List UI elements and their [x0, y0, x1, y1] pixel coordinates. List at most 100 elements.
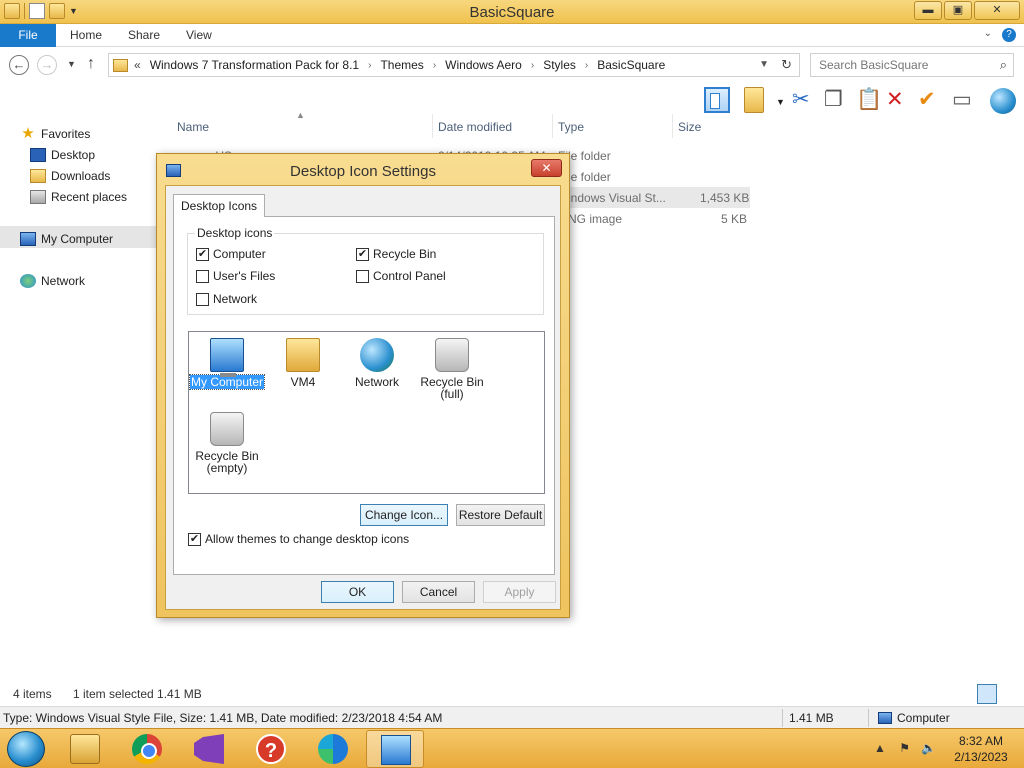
- column-divider[interactable]: [552, 114, 553, 138]
- copy-icon[interactable]: ❐: [824, 88, 843, 112]
- clock-time: 8:32 AM: [958, 734, 1004, 748]
- tab-file[interactable]: File: [0, 24, 56, 47]
- address-bar[interactable]: « Windows 7 Transformation Pack for 8.1 …: [108, 53, 800, 77]
- change-view-icon[interactable]: [744, 87, 764, 113]
- list-item-recycle-bin-empty[interactable]: Recycle Bin (empty): [189, 412, 265, 475]
- desktop-icon-list[interactable]: My Computer VM4 Network Recycle Bin (ful…: [188, 331, 545, 494]
- breadcrumb-item[interactable]: Styles: [543, 58, 576, 72]
- nav-recent-places[interactable]: Recent places: [30, 187, 127, 207]
- network-checkbox[interactable]: Network: [196, 292, 257, 306]
- taskbar-help[interactable]: ?: [242, 730, 300, 768]
- breadcrumb-separator[interactable]: ›: [368, 60, 371, 71]
- address-row: ← → ▼ ↑ « Windows 7 Transformation Pack …: [0, 48, 1024, 82]
- cut-icon[interactable]: ✂: [792, 88, 810, 112]
- ok-button[interactable]: OK: [321, 581, 394, 603]
- column-header-size[interactable]: Size: [678, 120, 701, 134]
- list-item-network[interactable]: Network: [339, 338, 415, 389]
- breadcrumb-item[interactable]: BasicSquare: [597, 58, 665, 72]
- nav-network[interactable]: Network: [20, 271, 85, 291]
- search-placeholder: Search BasicSquare: [819, 58, 929, 72]
- checkbox-box[interactable]: [196, 292, 209, 306]
- search-input[interactable]: Search BasicSquare ⌕: [810, 53, 1014, 77]
- checkbox-box[interactable]: ✔: [196, 247, 209, 261]
- dialog-close-button[interactable]: ✕: [531, 159, 562, 177]
- column-header-name[interactable]: Name: [177, 120, 209, 134]
- show-hidden-icons-chevron-icon[interactable]: ▲: [874, 741, 886, 755]
- recent-locations-chevron-icon[interactable]: ▼: [67, 59, 76, 69]
- help-icon[interactable]: ?: [1002, 28, 1016, 42]
- checkbox-box[interactable]: [196, 269, 209, 283]
- control-panel-checkbox[interactable]: Control Panel: [356, 269, 446, 283]
- nav-downloads[interactable]: Downloads: [30, 166, 110, 186]
- minimize-button[interactable]: ▬: [914, 1, 942, 20]
- column-header-date-modified[interactable]: Date modified: [438, 120, 512, 134]
- tab-home[interactable]: Home: [70, 24, 102, 47]
- nav-my-computer[interactable]: My Computer: [20, 229, 113, 249]
- select-icon[interactable]: ✔: [918, 88, 936, 112]
- tab-view[interactable]: View: [186, 24, 212, 47]
- command-toolbar: ▼ ✂ ❐ 📋 ✕ ✔ ▭: [0, 82, 1024, 118]
- checkbox-box[interactable]: [356, 269, 369, 283]
- breadcrumb-overflow[interactable]: «: [134, 58, 141, 72]
- column-header-type[interactable]: Type: [558, 120, 584, 134]
- column-divider[interactable]: [672, 114, 673, 138]
- taskbar-chrome[interactable]: [118, 730, 176, 768]
- window-controls: ▬ ▣ ✕: [914, 1, 1020, 20]
- breadcrumb-separator[interactable]: ›: [531, 60, 534, 71]
- view-options-chevron-icon[interactable]: ▼: [776, 97, 785, 107]
- computer-checkbox[interactable]: ✔ Computer: [196, 247, 266, 261]
- cancel-button[interactable]: Cancel: [402, 581, 475, 603]
- paste-icon[interactable]: 📋: [856, 88, 882, 112]
- breadcrumb-item[interactable]: Themes: [380, 58, 423, 72]
- forward-button[interactable]: →: [37, 55, 57, 75]
- expand-ribbon-chevron-icon[interactable]: ⌄: [984, 28, 992, 42]
- clock[interactable]: 8:32 AM 2/13/2023: [944, 733, 1018, 765]
- up-button[interactable]: ↑: [87, 55, 95, 73]
- breadcrumb-item[interactable]: Windows Aero: [445, 58, 522, 72]
- users-files-checkbox[interactable]: User's Files: [196, 269, 275, 283]
- start-button[interactable]: [7, 731, 45, 767]
- apply-button[interactable]: Apply: [483, 581, 556, 603]
- change-icon-button[interactable]: Change Icon...: [360, 504, 448, 526]
- back-button[interactable]: ←: [9, 55, 29, 75]
- breadcrumb-separator[interactable]: ›: [585, 60, 588, 71]
- checkbox-box[interactable]: ✔: [188, 532, 201, 546]
- nav-label: Network: [41, 274, 86, 288]
- tab-desktop-icons[interactable]: Desktop Icons: [173, 194, 266, 217]
- list-item-vm4[interactable]: VM4: [265, 338, 341, 389]
- tab-share[interactable]: Share: [128, 24, 160, 47]
- action-center-icon[interactable]: ⚑: [899, 741, 910, 755]
- allow-themes-checkbox[interactable]: ✔ Allow themes to change desktop icons: [188, 532, 409, 546]
- large-icons-view-icon[interactable]: [999, 684, 1019, 704]
- delete-icon[interactable]: ✕: [886, 88, 904, 112]
- taskbar-theme-app[interactable]: [366, 730, 424, 768]
- search-icon[interactable]: ⌕: [1000, 57, 1007, 73]
- restore-default-button[interactable]: Restore Default: [456, 504, 545, 526]
- refresh-icon[interactable]: ↻: [781, 57, 792, 73]
- recycle-bin-checkbox[interactable]: ✔ Recycle Bin: [356, 247, 436, 261]
- maximize-button[interactable]: ▣: [944, 1, 972, 20]
- taskbar-edge[interactable]: [304, 730, 362, 768]
- icon-label-sub: (empty): [206, 461, 248, 475]
- file-size-info: 1.41 MB: [789, 711, 834, 725]
- globe-icon[interactable]: [990, 88, 1016, 114]
- details-view-icon[interactable]: [977, 684, 997, 704]
- checkbox-box[interactable]: ✔: [356, 247, 369, 261]
- nav-favorites[interactable]: ★ Favorites: [20, 124, 90, 144]
- edge-icon: [318, 734, 348, 764]
- volume-icon[interactable]: 🔈: [921, 741, 936, 755]
- ribbon-tabs: File Home Share View ⌄ ?: [0, 24, 1024, 47]
- list-item-recycle-bin-full[interactable]: Recycle Bin (full): [414, 338, 490, 401]
- taskbar-visual-studio[interactable]: [180, 730, 238, 768]
- nav-desktop[interactable]: Desktop: [30, 145, 95, 165]
- rename-icon[interactable]: ▭: [952, 88, 972, 112]
- column-divider[interactable]: [432, 114, 433, 138]
- taskbar-file-explorer[interactable]: [56, 730, 114, 768]
- close-button[interactable]: ✕: [974, 1, 1020, 20]
- list-item-my-computer[interactable]: My Computer: [188, 338, 266, 390]
- computer-icon: [210, 338, 244, 377]
- breadcrumb-separator[interactable]: ›: [433, 60, 436, 71]
- breadcrumb-item[interactable]: Windows 7 Transformation Pack for 8.1: [150, 58, 359, 72]
- preview-pane-icon[interactable]: [704, 87, 730, 113]
- address-dropdown-chevron-icon[interactable]: ▼: [759, 59, 769, 70]
